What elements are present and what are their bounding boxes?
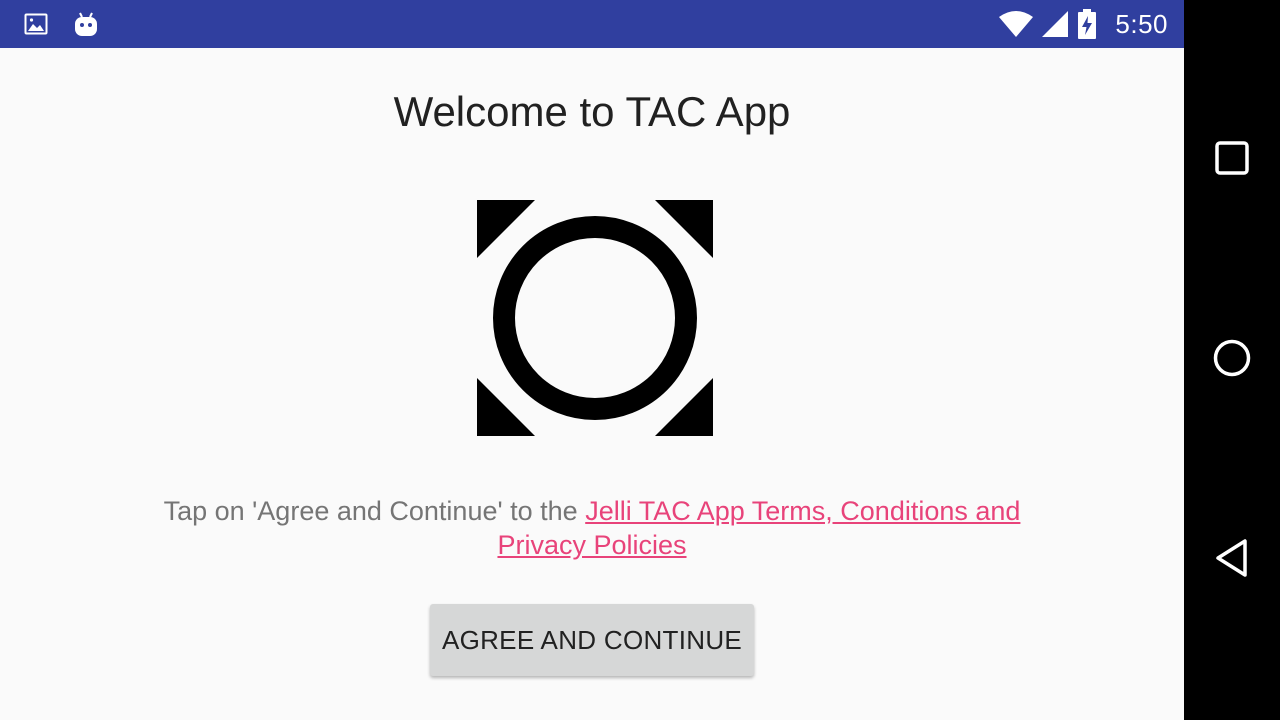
status-bar: 5:50 <box>0 0 1184 48</box>
back-icon <box>1214 538 1250 583</box>
terms-intro: Tap on 'Agree and Continue' to the <box>163 496 586 526</box>
signal-icon <box>1041 11 1069 37</box>
page-title: Welcome to TAC App <box>393 88 791 135</box>
status-time: 5:50 <box>1115 8 1168 39</box>
battery-charging-icon <box>1077 9 1097 39</box>
android-icon <box>74 11 98 37</box>
back-button[interactable] <box>1184 512 1280 608</box>
gallery-icon <box>24 12 48 36</box>
status-right-icons: 5:50 <box>999 9 1168 40</box>
home-icon <box>1212 338 1252 383</box>
navigation-bar <box>1184 0 1280 720</box>
status-left-icons <box>24 11 98 37</box>
wifi-icon <box>999 11 1034 37</box>
app-content: Welcome to TAC App Tap on 'Agree and Con… <box>0 48 1184 720</box>
terms-text: Tap on 'Agree and Continue' to the Jelli… <box>140 494 1044 562</box>
home-button[interactable] <box>1184 312 1280 408</box>
agree-and-continue-button[interactable]: AGREE AND CONTINUE <box>430 604 754 676</box>
recents-icon <box>1214 140 1250 181</box>
recents-button[interactable] <box>1184 112 1280 208</box>
tac-logo-icon <box>477 200 713 436</box>
